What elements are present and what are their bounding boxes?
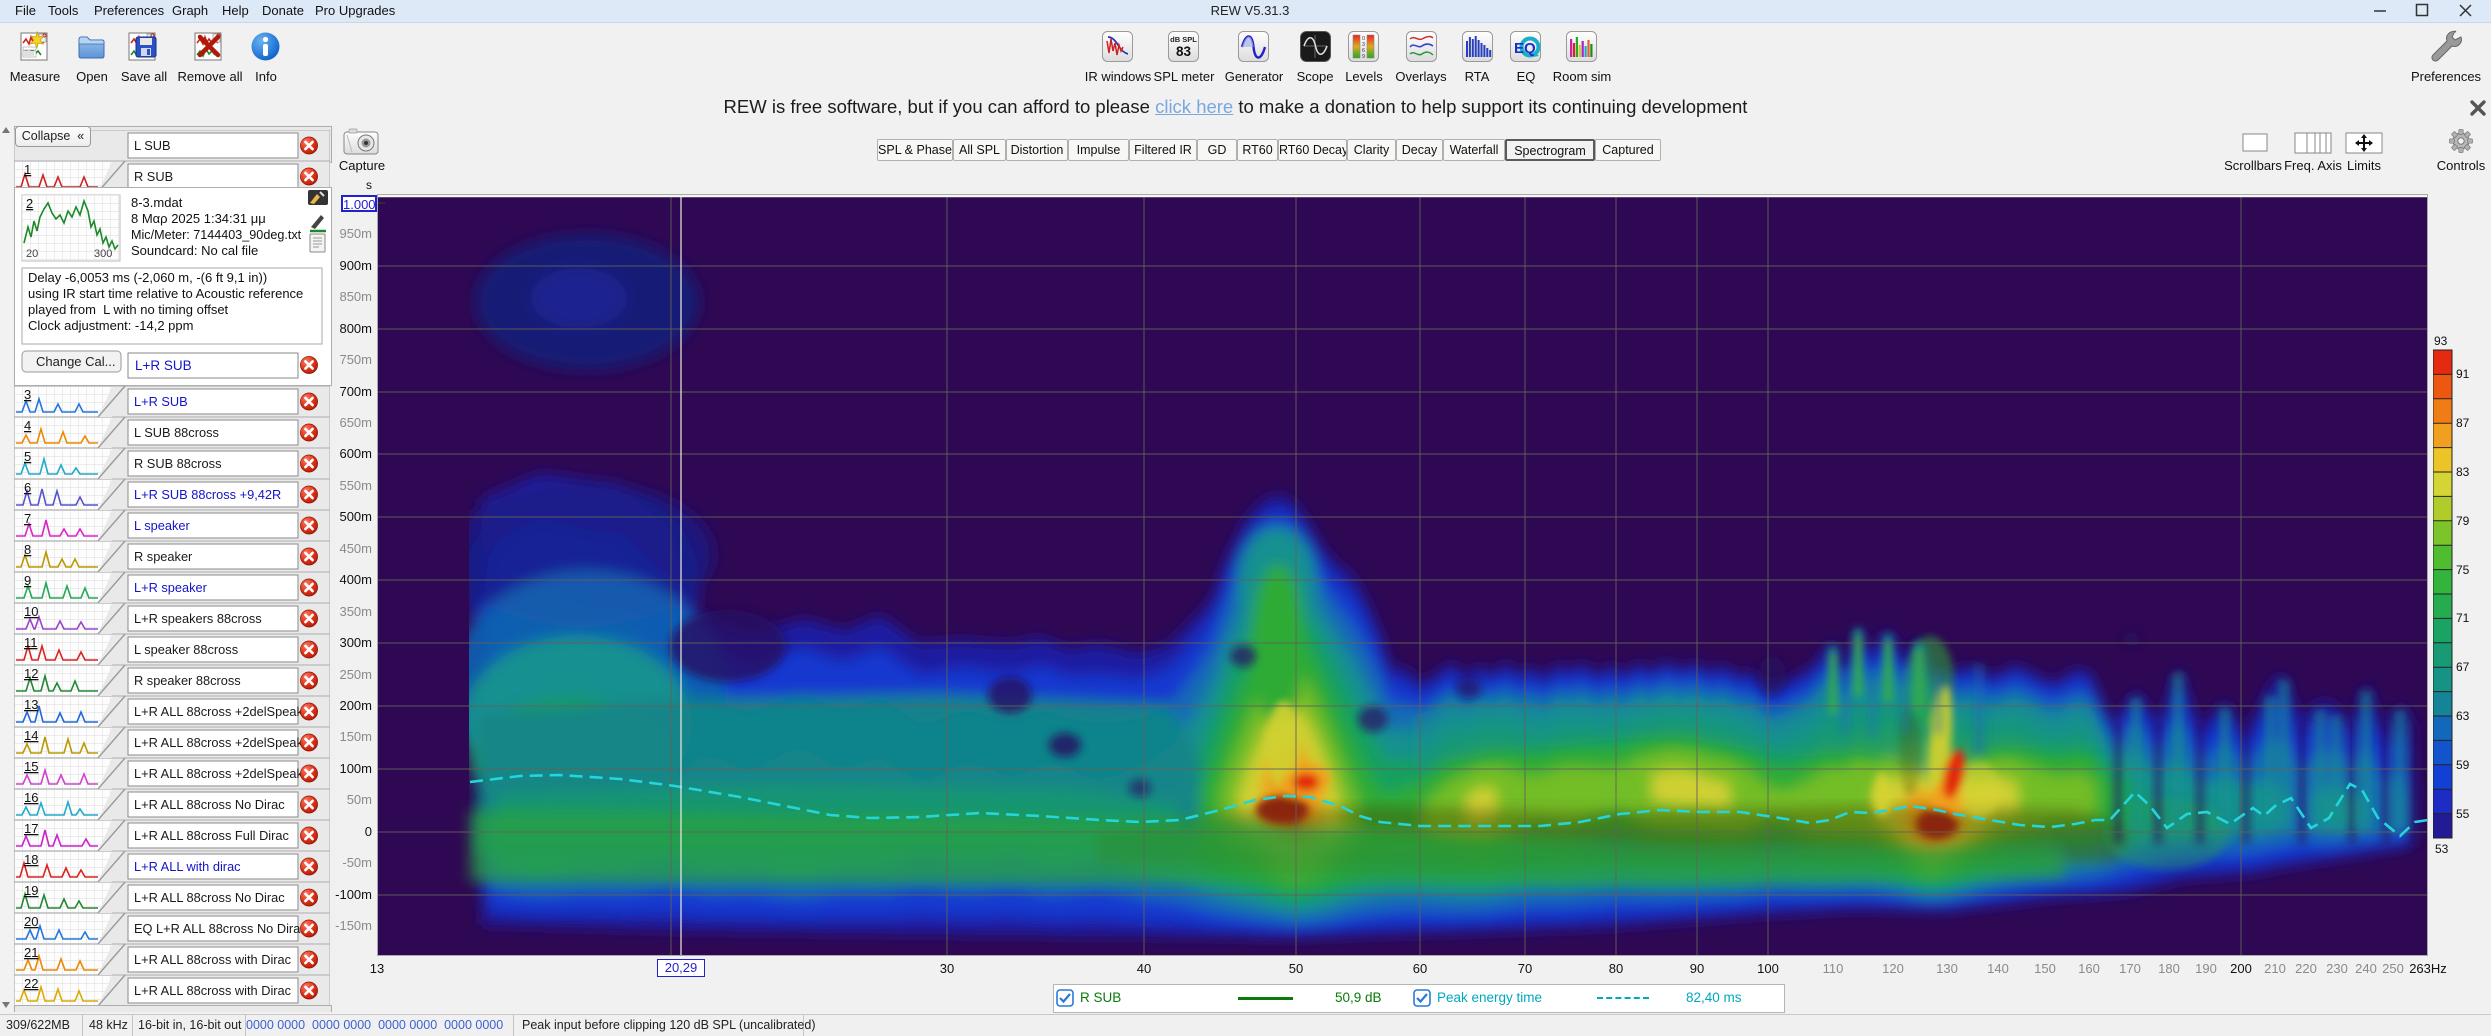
svg-text:Clock adjustment: -14,2 ppm: Clock adjustment: -14,2 ppm [28,318,193,333]
svg-text:L+R SUB 88cross +9,42R: L+R SUB 88cross +9,42R [134,487,281,502]
svg-text:7: 7 [24,511,31,526]
svg-text:21: 21 [24,945,38,960]
svg-text:15: 15 [24,759,38,774]
svg-text:L speaker: L speaker [134,518,190,533]
svg-text:5: 5 [24,449,31,464]
svg-text:2: 2 [26,196,33,211]
svg-text:R speaker 88cross: R speaker 88cross [134,673,241,688]
svg-text:L SUB 88cross: L SUB 88cross [134,425,219,440]
svg-text:L+R SUB: L+R SUB [135,358,192,373]
svg-text:L+R speakers 88cross: L+R speakers 88cross [134,611,262,626]
svg-text:L+R ALL 88cross +2delSpeak: L+R ALL 88cross +2delSpeak [134,735,303,750]
svg-text:played from L with no timing: played from L with no timing offset [28,302,229,317]
svg-text:L+R ALL 88cross with Dirac: L+R ALL 88cross with Dirac [134,952,292,967]
svg-text:19: 19 [24,883,38,898]
svg-text:L SUB: L SUB [134,138,171,153]
svg-text:11: 11 [24,635,38,650]
svg-text:1: 1 [24,162,31,177]
svg-text:4: 4 [24,418,31,433]
svg-text:L+R ALL 88cross with Dirac: L+R ALL 88cross with Dirac [134,983,292,998]
svg-text:R speaker: R speaker [134,549,193,564]
svg-text:L+R ALL 88cross No Dirac: L+R ALL 88cross No Dirac [134,890,285,905]
svg-text:16: 16 [24,790,38,805]
svg-text:Delay -6,0053 ms (-2,060 m, -(: Delay -6,0053 ms (-2,060 m, -(6 ft 9,1 i… [28,270,267,285]
svg-text:R SUB: R SUB [134,169,173,184]
svg-text:14: 14 [24,728,38,743]
svg-text:Change Cal...: Change Cal... [36,354,116,369]
svg-text:13: 13 [24,697,38,712]
svg-text:L+R SUB: L+R SUB [134,394,188,409]
svg-text:6: 6 [24,480,31,495]
svg-text:Mic/Meter: 7144403_90deg.txt: Mic/Meter: 7144403_90deg.txt [131,228,302,242]
svg-text:using IR start time relative t: using IR start time relative to Acoustic… [28,286,303,301]
svg-text:17: 17 [24,821,38,836]
svg-text:10: 10 [24,604,38,619]
svg-text:18: 18 [24,852,38,867]
svg-text:22: 22 [24,976,38,991]
svg-text:EQ L+R ALL 88cross No Dira: EQ L+R ALL 88cross No Dira [134,921,301,936]
svg-text:8: 8 [24,542,31,557]
svg-text:L+R ALL 88cross No Dirac: L+R ALL 88cross No Dirac [134,797,285,812]
svg-text:8 Μαρ 2025 1:34:31 μμ: 8 Μαρ 2025 1:34:31 μμ [131,211,266,226]
svg-text:L+R speaker: L+R speaker [134,580,208,595]
svg-text:300: 300 [94,248,112,260]
svg-text:Soundcard: No cal file: Soundcard: No cal file [131,243,258,258]
svg-text:12: 12 [24,666,38,681]
svg-text:9: 9 [24,573,31,588]
svg-text:L+R ALL 88cross +2delSpeak: L+R ALL 88cross +2delSpeak [134,766,303,781]
svg-text:8-3.mdat: 8-3.mdat [131,195,183,210]
svg-text:20: 20 [26,248,38,260]
svg-text:L+R ALL with dirac: L+R ALL with dirac [134,859,241,874]
svg-text:3: 3 [24,387,31,402]
svg-text:R SUB 88cross: R SUB 88cross [134,456,221,471]
svg-text:20: 20 [24,914,38,929]
svg-text:L speaker 88cross: L speaker 88cross [134,642,238,657]
svg-text:L+R ALL 88cross +2delSpeak: L+R ALL 88cross +2delSpeak [134,704,303,719]
svg-text:L+R ALL 88cross Full Dirac: L+R ALL 88cross Full Dirac [134,828,290,843]
